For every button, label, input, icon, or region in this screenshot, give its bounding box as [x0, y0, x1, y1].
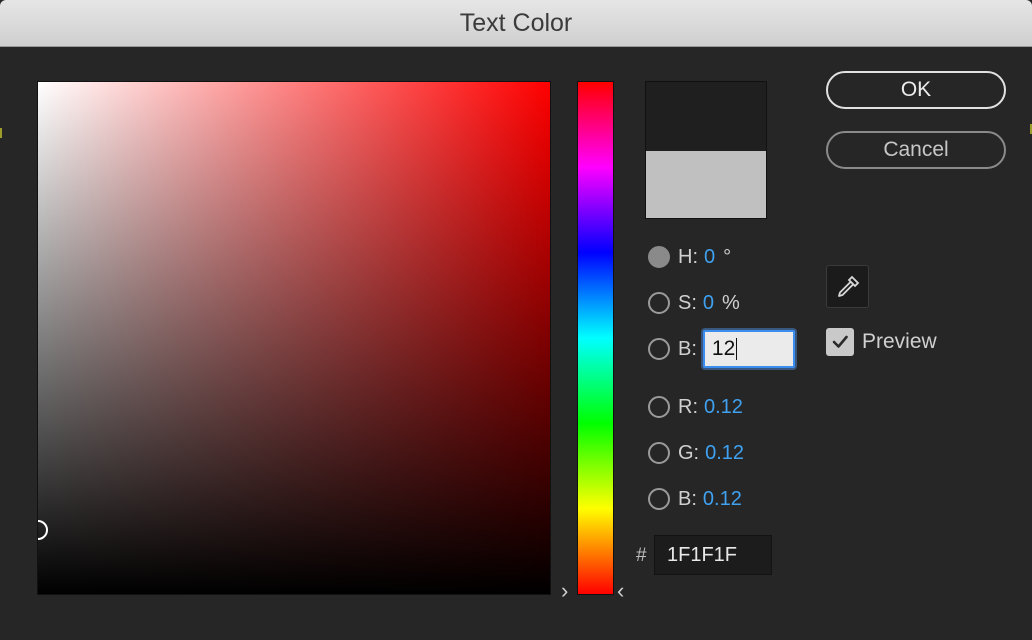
blue-value[interactable]: 0.12 — [703, 488, 742, 511]
hue-slider[interactable] — [577, 81, 614, 595]
hue-value[interactable]: 0 — [704, 246, 715, 269]
eyedropper-button[interactable] — [826, 265, 869, 308]
hex-input[interactable]: 1F1F1F — [654, 535, 772, 575]
saturation-unit: % — [722, 291, 740, 314]
original-color-swatch[interactable] — [646, 151, 766, 218]
red-value[interactable]: 0.12 — [704, 396, 743, 419]
brightness-row: B: 12 — [648, 330, 795, 368]
red-radio[interactable] — [648, 396, 670, 418]
brightness-radio[interactable] — [648, 338, 670, 360]
blue-radio[interactable] — [648, 488, 670, 510]
saturation-brightness-field[interactable] — [37, 81, 551, 595]
green-value[interactable]: 0.12 — [705, 442, 744, 465]
saturation-value[interactable]: 0 — [703, 292, 714, 315]
saturation-radio[interactable] — [648, 292, 670, 314]
saturation-row: S: 0 % — [648, 289, 740, 317]
preview-checkbox[interactable] — [826, 328, 854, 356]
brightness-input[interactable]: 12 — [702, 330, 795, 368]
check-icon — [832, 335, 848, 348]
brightness-input-value: 12 — [711, 337, 736, 360]
blue-label: B: — [678, 487, 697, 510]
hue-slider-left-arrow[interactable]: › — [561, 580, 568, 602]
cancel-button[interactable]: Cancel — [826, 131, 1006, 169]
color-swatch — [645, 81, 767, 219]
hue-slider-right-arrow[interactable]: ‹ — [617, 580, 624, 602]
window-title: Text Color — [459, 8, 573, 37]
ok-button[interactable]: OK — [826, 71, 1006, 109]
red-row: R: 0.12 — [648, 393, 743, 421]
red-label: R: — [678, 395, 698, 418]
saturation-label: S: — [678, 291, 697, 314]
text-color-dialog: Text Color › ‹ H: 0 ° S: 0 % B: 12 R: 0.… — [0, 0, 1032, 640]
hue-unit: ° — [723, 245, 732, 268]
hue-radio[interactable] — [648, 246, 670, 268]
color-field-cursor[interactable] — [38, 520, 48, 540]
green-radio[interactable] — [648, 442, 670, 464]
hex-label: # — [636, 545, 647, 566]
brightness-label: B: — [678, 337, 697, 360]
blue-row: B: 0.12 — [648, 485, 742, 513]
hue-row: H: 0 ° — [648, 243, 731, 271]
title-bar[interactable]: Text Color — [0, 0, 1032, 47]
green-row: G: 0.12 — [648, 439, 744, 467]
green-label: G: — [678, 441, 700, 464]
edge-marker-left — [0, 128, 2, 138]
hue-label: H: — [678, 245, 698, 268]
text-caret — [736, 338, 738, 360]
preview-option[interactable]: Preview — [826, 328, 937, 356]
new-color-swatch — [646, 82, 766, 151]
eyedropper-icon — [837, 275, 859, 297]
preview-label: Preview — [862, 330, 937, 353]
